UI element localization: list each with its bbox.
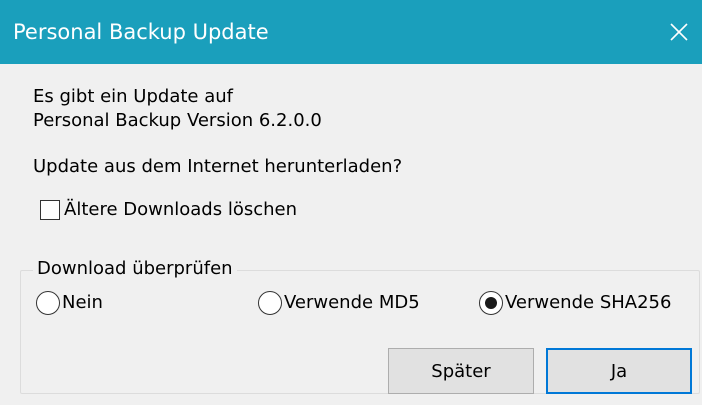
radio-label-md5: Verwende MD5 [284, 292, 420, 313]
message-line-1: Es gibt ein Update auf [33, 86, 233, 107]
update-dialog: Personal Backup Update Es gibt ein Updat… [0, 0, 702, 405]
yes-button[interactable]: Ja [546, 348, 692, 394]
radio-nein[interactable]: Nein [36, 290, 103, 316]
radio-md5[interactable]: Verwende MD5 [258, 290, 420, 316]
verify-group-legend: Download überprüfen [33, 258, 237, 280]
radio-circle[interactable] [258, 291, 282, 315]
title-bar: Personal Backup Update [0, 0, 702, 64]
later-button[interactable]: Später [388, 348, 534, 394]
window-title: Personal Backup Update [13, 20, 269, 44]
radio-selected-dot [485, 297, 497, 309]
delete-old-downloads-checkbox[interactable]: Ältere Downloads löschen [40, 198, 297, 222]
message-line-2: Personal Backup Version 6.2.0.0 [33, 110, 322, 131]
radio-circle[interactable] [36, 291, 60, 315]
checkbox-box[interactable] [40, 200, 60, 220]
radio-label-sha256: Verwende SHA256 [505, 292, 672, 313]
dialog-body: Es gibt ein Update auf Personal Backup V… [0, 64, 702, 405]
radio-label-nein: Nein [62, 292, 103, 313]
download-question: Update aus dem Internet herunterladen? [33, 156, 403, 177]
close-button[interactable] [656, 0, 702, 64]
checkbox-label: Ältere Downloads löschen [64, 199, 297, 220]
radio-sha256[interactable]: Verwende SHA256 [479, 290, 671, 316]
close-icon [670, 23, 688, 41]
radio-circle-selected[interactable] [479, 291, 503, 315]
